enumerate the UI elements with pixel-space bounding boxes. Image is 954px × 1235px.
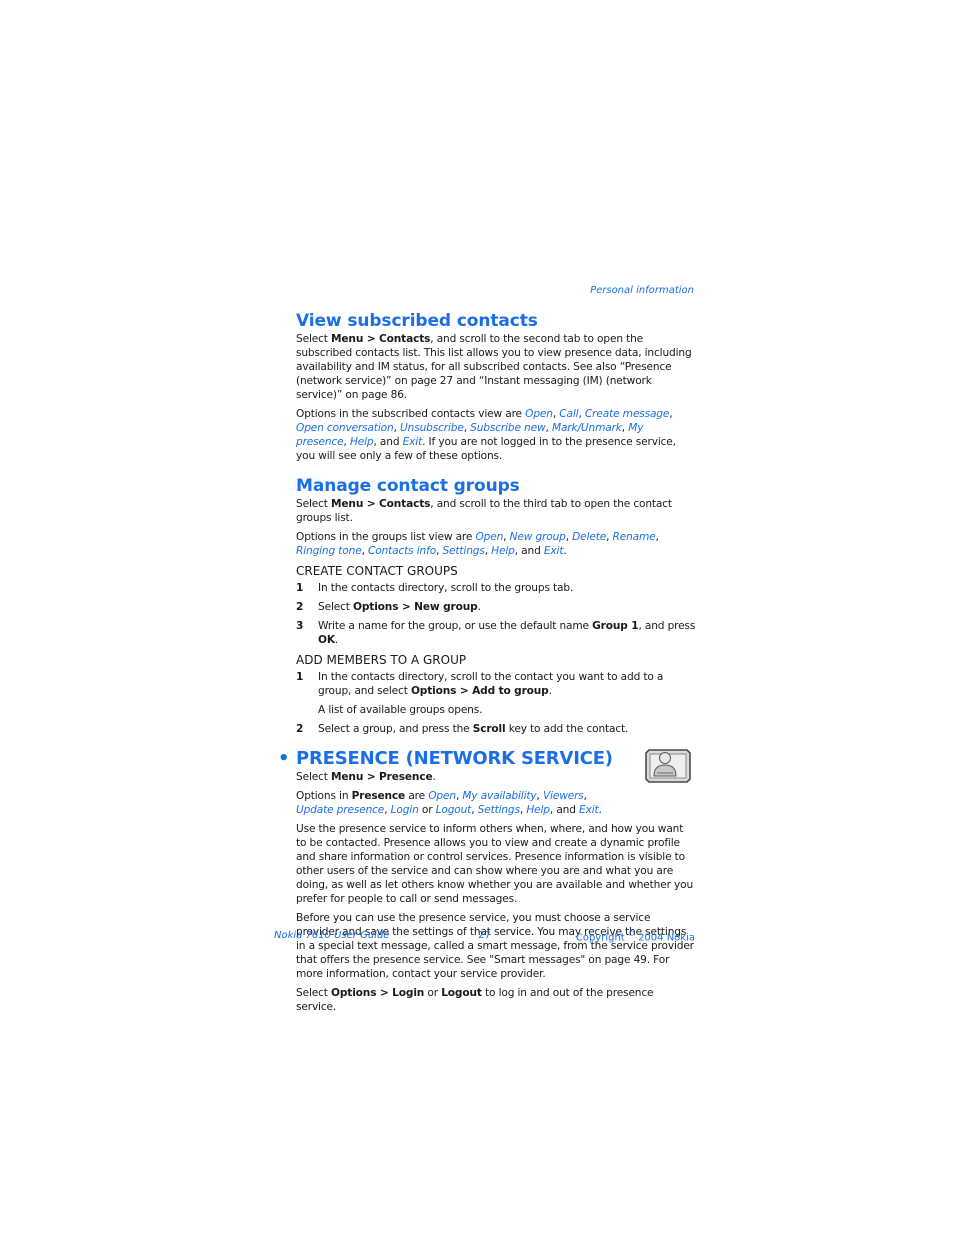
text: or [424,987,442,999]
step-number: 2 [296,723,304,735]
paragraph: Select Menu > Presence. [296,770,696,784]
option-viewers: Viewers [542,790,584,802]
step-text: In the contacts directory, scroll to the… [318,582,574,594]
text: Select [318,601,353,613]
default-name: Group 1 [592,620,639,632]
option-help: Help [526,804,550,816]
menu-path: Menu > Contacts [331,333,431,345]
presence-section-header: • Presence (network service) [278,748,696,783]
option-open: Open [475,531,504,543]
option-logout: Logout [435,804,472,816]
option-settings: Settings [477,804,520,816]
option-open: Open [428,790,456,802]
text: . [548,685,552,697]
option-new-group: New group [509,531,566,543]
menu-path: Options > Login [331,987,425,999]
option-mark-unmark: Mark/Unmark [551,422,622,434]
text: Select [296,333,331,345]
section-title-view-subscribed-contacts: View subscribed contacts [296,311,538,331]
text: Options in the groups list view are [296,531,476,543]
option-unsubscribe: Unsubscribe [400,422,464,434]
step: 2 Select a group, and press the Scroll ke… [296,722,696,736]
option-my-availability: My availability [462,790,537,802]
running-head: Personal information [590,285,694,296]
option-call: Call [559,408,579,420]
text: 2004 Nokia [634,932,695,944]
text: . [432,771,436,783]
step-number: 1 [296,582,304,594]
bullet-icon: • [278,748,290,769]
text: Select [296,498,331,510]
paragraph: Before you can use the presence service,… [296,912,694,980]
option-help: Help [491,545,515,557]
key-name: Scroll [472,723,506,735]
text: are [405,790,429,802]
title-text: Presence (network service) [296,748,613,769]
option-ringing-tone: Ringing tone [296,545,362,557]
step-text: Select Options > New group. [318,600,696,614]
paragraph-options: Options in Presence are Open, My availab… [296,790,602,816]
subsection-title-add-members: Add members to a group [296,653,467,667]
option-create-message: Create message [584,408,670,420]
text: , and press [638,620,696,632]
paragraph: Use the presence service to inform other… [296,823,694,905]
paragraph: Select Menu > Contacts, and scroll to th… [296,497,696,525]
text: Copyright [575,932,628,944]
option-exit: Exit [402,436,423,448]
document-page: Personal information View subscribed con… [0,0,954,1235]
menu-path: Menu > Presence [331,771,433,783]
page-number: 27 [478,930,491,941]
paragraph: Select Options > Login or Logout to log … [296,986,696,1014]
text: Select [296,987,331,999]
app-name: Presence [351,790,406,802]
step-text: In the contacts directory, scroll to the… [318,670,696,698]
step: 2 Select Options > New group. [296,600,696,614]
step: 1 In the contacts directory, scroll to th… [296,581,696,595]
text: . [477,601,481,613]
option-rename: Rename [612,531,656,543]
option-update-presence: Update presence [296,804,385,816]
text: Select a group, and press the [318,723,473,735]
option-exit: Exit [543,545,564,557]
text: Write a name for the group, or use the d… [318,620,593,632]
option-exit: Exit [579,804,599,816]
text: Select [296,771,331,783]
paragraph-options: Options in the groups list view are Open… [296,531,659,557]
section-title-presence: • Presence (network service) [278,748,696,770]
option-subscribe-new: Subscribe new [470,422,546,434]
text: Options in the subscribed contacts view … [296,408,526,420]
key-name: OK [318,634,335,646]
option-open: Open [525,408,553,420]
copyright-symbol: © [627,930,635,938]
step-text: Write a name for the group, or use the d… [318,619,696,647]
footer-guide-title: Nokia 7610 User Guide [274,930,390,941]
text: Options in [296,790,352,802]
subsection-title-create-contact-groups: Create contact groups [296,564,458,578]
option-login: Login [390,804,419,816]
menu-path: Options > Add to group [410,685,549,697]
page-content: View subscribed contacts Select Menu > C… [278,310,696,1019]
footer-copyright: Copyright © 2004 Nokia [576,930,695,943]
text: key to add the contact. [505,723,629,735]
option-settings: Settings [442,545,485,557]
step: 1 In the contacts directory, scroll to th… [296,670,696,698]
option-delete: Delete [572,531,607,543]
step: 3 Write a name for the group, or use the … [296,619,696,647]
step-note: A list of available groups opens. [318,704,483,716]
section-title-manage-contact-groups: Manage contact groups [296,476,520,496]
step-number: 3 [296,620,304,632]
menu-path: Options > New group [353,601,478,613]
paragraph-options: Options in the subscribed contacts view … [296,408,676,462]
step-text: Select a group, and press the Scroll key… [318,722,696,736]
option-open-conversation: Open conversation [296,422,394,434]
step-number: 2 [296,601,304,613]
option-help: Help [349,436,374,448]
menu-item: Logout [441,987,482,999]
option-contacts-info: Contacts info [368,545,437,557]
menu-path: Menu > Contacts [331,498,431,510]
step-number: 1 [296,671,304,683]
text: . [334,634,339,646]
presence-app-icon [645,749,691,783]
paragraph: Select Menu > Contacts, and scroll to th… [296,332,696,402]
